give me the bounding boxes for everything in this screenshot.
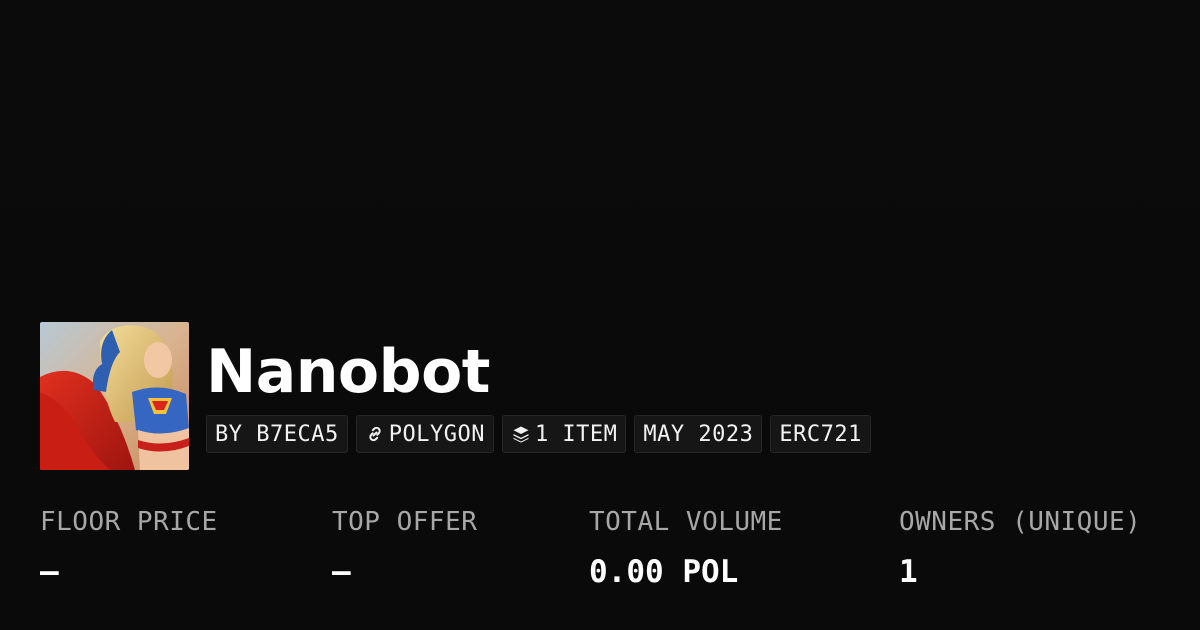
collection-stats: FLOOR PRICE – TOP OFFER – TOTAL VOLUME 0… xyxy=(0,505,1200,605)
top-offer-value: – xyxy=(332,554,351,590)
chain-tag[interactable]: POLYGON xyxy=(355,415,494,453)
owners-label: OWNERS (UNIQUE) xyxy=(899,507,1142,537)
chain-tag-label: POLYGON xyxy=(388,421,485,447)
collection-avatar xyxy=(40,322,189,470)
items-tag[interactable]: 1 ITEM xyxy=(501,415,627,453)
total-volume-value: 0.00 POL xyxy=(589,554,739,590)
created-date-label: MAY 2023 xyxy=(643,421,754,447)
floor-price-value: – xyxy=(40,554,59,590)
created-date-tag: MAY 2023 xyxy=(634,415,763,453)
creator-tag-label: BY B7ECA5 xyxy=(215,421,339,447)
collection-avatar-image xyxy=(40,322,189,470)
layers-icon xyxy=(511,424,531,444)
collection-share-card: Nanobot BY B7ECA5 POLYGON 1 ITEM MAY 202… xyxy=(0,0,1200,630)
owners-stat: OWNERS (UNIQUE) 1 xyxy=(899,505,1141,590)
collection-title: Nanobot xyxy=(206,337,491,407)
creator-tag[interactable]: BY B7ECA5 xyxy=(206,415,348,453)
top-offer-stat: TOP OFFER – xyxy=(332,505,477,590)
floor-price-stat: FLOOR PRICE – xyxy=(40,505,218,590)
total-volume-label: TOTAL VOLUME xyxy=(589,507,783,537)
top-offer-label: TOP OFFER xyxy=(332,507,478,537)
owners-value: 1 xyxy=(899,554,918,590)
link-icon xyxy=(365,424,385,444)
collection-tags: BY B7ECA5 POLYGON 1 ITEM MAY 2023 ERC721 xyxy=(206,415,871,455)
floor-price-label: FLOOR PRICE xyxy=(40,507,218,537)
token-standard-label: ERC721 xyxy=(779,421,862,447)
token-standard-tag: ERC721 xyxy=(770,415,871,453)
total-volume-stat: TOTAL VOLUME 0.00 POL xyxy=(589,505,783,590)
items-tag-label: 1 ITEM xyxy=(534,421,618,447)
